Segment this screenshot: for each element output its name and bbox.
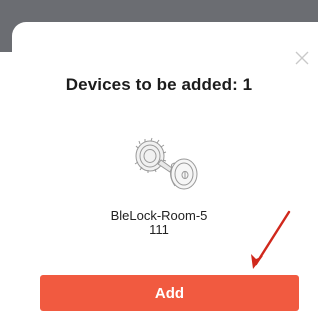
- red-arrow-icon: [245, 210, 295, 272]
- dialog-title: Devices to be added: 1: [65, 75, 253, 94]
- add-button[interactable]: Add: [40, 275, 299, 311]
- door-lock-icon: [128, 134, 208, 194]
- close-icon[interactable]: [292, 48, 312, 68]
